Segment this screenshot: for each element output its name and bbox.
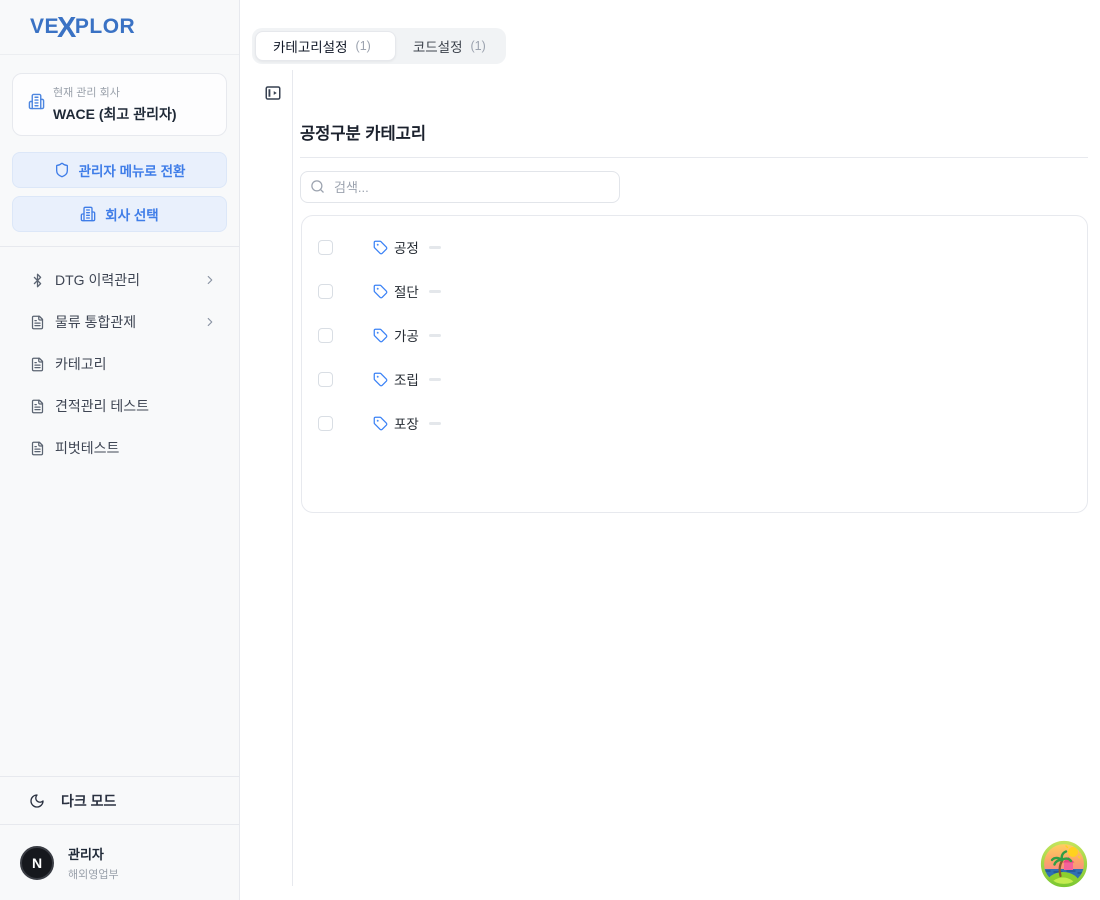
tab-label: 코드설정 xyxy=(413,36,463,56)
settings-tabs: 카테고리설정 (1) 코드설정 (1) xyxy=(252,28,506,64)
tag-icon xyxy=(373,284,388,299)
category-dash xyxy=(429,378,441,381)
category-list-card: 공정 절단 가공 조립 xyxy=(301,215,1088,513)
dark-mode-label: 다크 모드 xyxy=(61,791,116,811)
shield-icon xyxy=(54,162,70,178)
category-dash xyxy=(429,422,441,425)
vexplor-logo[interactable]: VEXPLOR xyxy=(30,13,135,42)
sidebar-item-label: 피벗테스트 xyxy=(55,438,119,458)
company-select-button[interactable]: 회사 선택 xyxy=(12,196,227,232)
sidebar-item-logistics-control[interactable]: 물류 통합관제 xyxy=(0,301,239,343)
company-select-label: 회사 선택 xyxy=(105,204,158,224)
tab-label: 카테고리설정 xyxy=(273,36,348,56)
category-label[interactable]: 포장 xyxy=(394,413,419,433)
category-dash xyxy=(429,246,441,249)
sidebar-item-label: 견적관리 테스트 xyxy=(55,396,149,416)
admin-menu-switch-label: 관리자 메뉴로 전환 xyxy=(79,160,186,180)
sidebar-spacer xyxy=(0,481,239,776)
title-divider xyxy=(300,157,1088,158)
category-dash xyxy=(429,334,441,337)
content-vertical-divider xyxy=(292,70,293,886)
category-checkbox[interactable] xyxy=(318,240,333,255)
profile-department: 해외영업부 xyxy=(68,866,119,882)
file-text-icon xyxy=(30,315,45,330)
app-root: { "sidebar": { "logo": { "pre": "VE", "x… xyxy=(0,0,1100,900)
category-label[interactable]: 공정 xyxy=(394,237,419,257)
tag-icon xyxy=(373,328,388,343)
search-box xyxy=(300,171,620,203)
sidebar-item-label: 물류 통합관제 xyxy=(55,312,136,332)
logo-text: VE xyxy=(30,15,59,39)
sidebar-item-pivot-test[interactable]: 피벗테스트 xyxy=(0,427,239,469)
sidebar-nav: DTG 이력관리 물류 통합관제 카테고리 견적관리 테스트 xyxy=(0,247,239,481)
category-label[interactable]: 가공 xyxy=(394,325,419,345)
category-row: 절단 xyxy=(302,269,1087,313)
sidebar-item-category[interactable]: 카테고리 xyxy=(0,343,239,385)
file-text-icon xyxy=(30,399,45,414)
category-row: 조립 xyxy=(302,357,1087,401)
sidebar-item-dtg-history[interactable]: DTG 이력관리 xyxy=(0,259,239,301)
category-checkbox[interactable] xyxy=(318,372,333,387)
moon-icon xyxy=(29,793,45,809)
dark-mode-toggle[interactable]: 다크 모드 xyxy=(0,776,239,824)
user-profile[interactable]: N 관리자 해외영업부 xyxy=(0,824,239,900)
profile-texts: 관리자 해외영업부 xyxy=(68,844,119,882)
category-row: 공정 xyxy=(302,225,1087,269)
bluetooth-icon xyxy=(30,273,45,288)
current-company-card: 현재 관리 회사 WACE (최고 관리자) xyxy=(12,73,227,136)
category-panel: 공정구분 카테고리 공정 절단 가 xyxy=(300,70,1088,886)
sidebar-item-quote-test[interactable]: 견적관리 테스트 xyxy=(0,385,239,427)
profile-name: 관리자 xyxy=(68,844,119,863)
tab-count: (1) xyxy=(471,39,486,53)
sidebar: VEXPLOR 현재 관리 회사 WACE (최고 관리자) 관리자 메뉴로 전… xyxy=(0,0,240,900)
tag-icon xyxy=(373,416,388,431)
category-checkbox[interactable] xyxy=(318,284,333,299)
avatar: N xyxy=(20,846,54,880)
file-text-icon xyxy=(30,441,45,456)
island-widget-icon[interactable] xyxy=(1040,840,1088,888)
tab-code-settings[interactable]: 코드설정 (1) xyxy=(396,31,503,61)
page-title: 공정구분 카테고리 xyxy=(300,120,426,144)
category-label[interactable]: 조립 xyxy=(394,369,419,389)
tab-count: (1) xyxy=(356,39,371,53)
panel-toggle-icon[interactable] xyxy=(263,84,283,104)
tag-icon xyxy=(373,372,388,387)
tag-icon xyxy=(373,240,388,255)
logo-header: VEXPLOR xyxy=(0,0,239,55)
category-dash xyxy=(429,290,441,293)
sidebar-item-label: DTG 이력관리 xyxy=(55,270,140,290)
admin-menu-switch-button[interactable]: 관리자 메뉴로 전환 xyxy=(12,152,227,188)
search-input[interactable] xyxy=(300,171,620,203)
tab-category-settings[interactable]: 카테고리설정 (1) xyxy=(255,31,396,61)
sidebar-item-label: 카테고리 xyxy=(55,354,107,374)
logo-x: X xyxy=(57,14,77,43)
company-card-name: WACE (최고 관리자) xyxy=(53,104,216,124)
category-checkbox[interactable] xyxy=(318,328,333,343)
building-icon xyxy=(80,206,96,222)
category-checkbox[interactable] xyxy=(318,416,333,431)
chevron-right-icon xyxy=(203,273,217,287)
logo-text: PLOR xyxy=(75,15,135,39)
category-label[interactable]: 절단 xyxy=(394,281,419,301)
category-row: 포장 xyxy=(302,401,1087,445)
category-row: 가공 xyxy=(302,313,1087,357)
chevron-right-icon xyxy=(203,315,217,329)
company-card-label: 현재 관리 회사 xyxy=(53,84,216,100)
file-text-icon xyxy=(30,357,45,372)
building-icon xyxy=(28,93,45,115)
